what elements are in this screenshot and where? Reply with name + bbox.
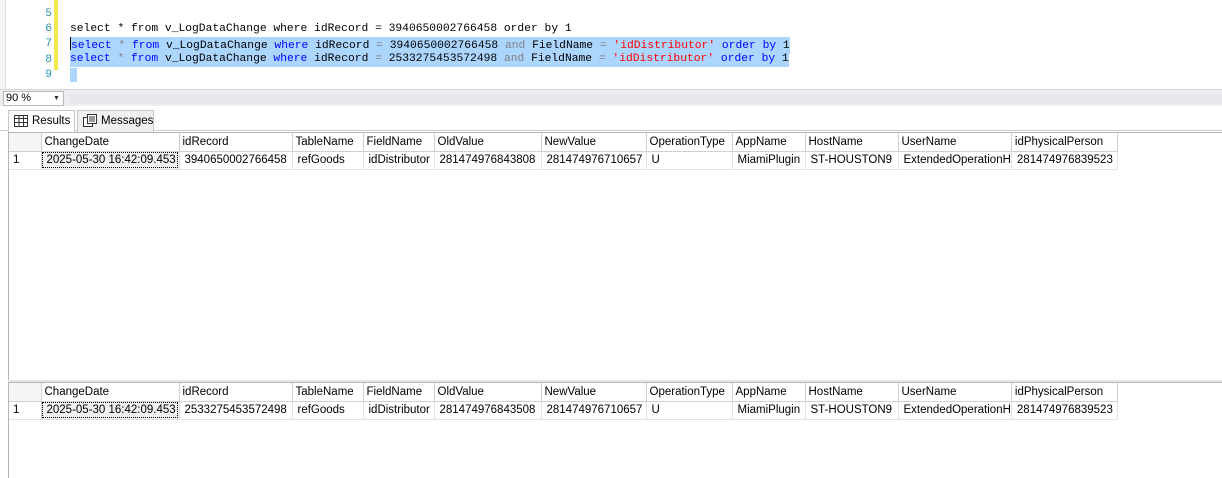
column-header[interactable]: HostName [805,383,899,402]
results-tab-strip: Results Messages [0,106,1222,132]
column-header[interactable]: AppName [732,383,806,402]
grid-cell[interactable]: 2533275453572498 [179,401,293,420]
column-header[interactable]: idRecord [179,383,293,402]
grid-cell[interactable]: 281474976710657 [541,151,647,170]
grid-cell[interactable]: refGoods [292,401,364,420]
code-line-7[interactable]: 7 select * from v_LogDataChange where id… [0,22,1222,67]
column-header[interactable]: AppName [732,133,806,152]
code-line-5[interactable]: 5 select * from v_LogDataChange where id… [0,0,1222,35]
column-header[interactable]: NewValue [541,383,647,402]
messages-icon [82,114,98,128]
code-text [70,68,77,85]
column-header[interactable]: ChangeDate [41,383,180,402]
horizontal-scrollbar[interactable] [70,93,1222,104]
zoom-dropdown[interactable]: 90 % ▼ [3,91,64,106]
grid-cell[interactable]: ST-HOUSTON9 [805,151,899,170]
header-row: ChangeDate idRecord TableName FieldName … [9,383,1118,402]
column-header[interactable]: OldValue [434,133,542,152]
column-header[interactable]: TableName [292,383,364,402]
grid-cell[interactable]: ST-HOUSTON9 [805,401,899,420]
results-table: ChangeDate idRecord TableName FieldName … [9,383,1118,420]
grid-cell[interactable]: 281474976839523 [1011,401,1118,420]
grid-cell[interactable]: MiamiPlugin [732,401,806,420]
row-number[interactable]: 1 [9,151,42,170]
column-header[interactable]: HostName [805,133,899,152]
grid-cell[interactable]: refGoods [292,151,364,170]
editor-status-bar: 90 % ▼ [0,89,1222,106]
column-header[interactable]: idRecord [179,133,293,152]
grid-cell[interactable]: U [646,401,733,420]
column-header[interactable]: OperationType [646,133,733,152]
code-line-6[interactable]: 6 select * from v_LogDataChange where id… [0,7,1222,54]
column-header[interactable]: ChangeDate [41,133,180,152]
tab-results[interactable]: Results [8,110,75,132]
line-number: 9 [45,69,52,81]
column-header[interactable]: TableName [292,133,364,152]
grid-cell[interactable]: 3940650002766458 [179,151,293,170]
column-header[interactable]: OperationType [646,383,733,402]
grid-cell[interactable]: 281474976710657 [541,401,647,420]
column-header[interactable]: OldValue [434,383,542,402]
grid-cell[interactable]: 2025-05-30 16:42:09.453 [41,401,180,420]
column-header[interactable]: FieldName [363,383,435,402]
header-row: ChangeDate idRecord TableName FieldName … [9,133,1118,152]
column-header[interactable]: UserName [898,133,1012,152]
column-header[interactable]: FieldName [363,133,435,152]
grid-cell[interactable]: MiamiPlugin [732,151,806,170]
grid-cell[interactable]: idDistributor [363,151,435,170]
selection-highlight [70,68,77,82]
column-header[interactable]: idPhysicalPerson [1011,383,1118,402]
tab-label: Results [32,115,71,127]
results-grid-1[interactable]: ChangeDate idRecord TableName FieldName … [8,132,1222,380]
column-header[interactable]: NewValue [541,133,647,152]
grid-cell[interactable]: 281474976839523 [1011,151,1118,170]
code-line-9[interactable]: 9 [0,53,1222,81]
grid-cell[interactable]: U [646,151,733,170]
table-row[interactable]: 1 2025-05-30 16:42:09.453 25332754535724… [9,401,1118,420]
row-number-header[interactable] [9,133,42,152]
row-number-header[interactable] [9,383,42,402]
column-header[interactable]: UserName [898,383,1012,402]
grid-cell[interactable]: ExtendedOperationH [898,401,1012,420]
grid-cell[interactable]: 2025-05-30 16:42:09.453 [41,151,180,170]
zoom-value: 90 % [6,92,32,104]
code-line-8[interactable]: 8 [0,38,1222,82]
grid-cell[interactable]: 281474976843508 [434,401,542,420]
results-table: ChangeDate idRecord TableName FieldName … [9,133,1118,170]
grid-cell[interactable]: idDistributor [363,401,435,420]
row-number[interactable]: 1 [9,401,42,420]
grid-cell[interactable]: 281474976843808 [434,151,542,170]
table-row[interactable]: 1 2025-05-30 16:42:09.453 39406500027664… [9,151,1118,170]
chevron-down-icon[interactable]: ▼ [51,93,62,104]
query-editor[interactable]: 5 select * from v_LogDataChange where id… [0,0,1222,89]
tab-messages[interactable]: Messages [77,110,154,132]
results-grid-2[interactable]: ChangeDate idRecord TableName FieldName … [8,382,1222,478]
column-header[interactable]: idPhysicalPerson [1011,133,1118,152]
tab-label: Messages [101,115,154,127]
grid-icon [13,114,29,128]
grid-cell[interactable]: ExtendedOperationH [898,151,1012,170]
